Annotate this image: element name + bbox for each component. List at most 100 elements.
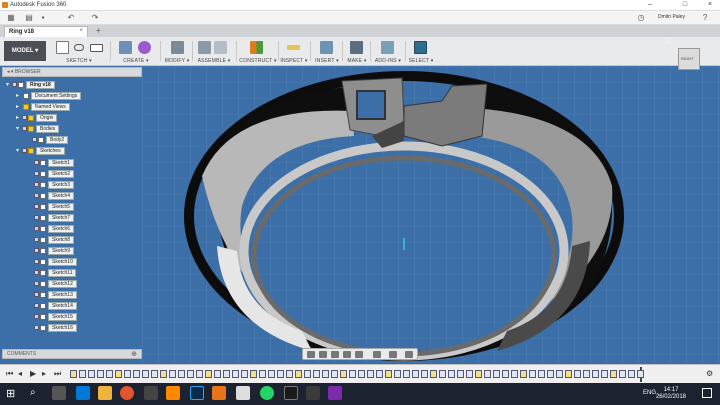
help-icon[interactable]: ? — [700, 13, 710, 22]
timeline-feature-icon[interactable] — [619, 370, 626, 378]
root-label[interactable]: Ring v18 — [26, 81, 55, 89]
visibility-icon[interactable] — [34, 160, 39, 165]
select-arrow-icon[interactable] — [414, 41, 427, 54]
timeline-feature-icon[interactable] — [637, 370, 644, 378]
measure-icon[interactable] — [287, 45, 300, 50]
line-icon[interactable] — [74, 44, 84, 51]
zoom-icon[interactable] — [343, 351, 351, 358]
timeline-feature-icon[interactable] — [538, 370, 545, 378]
create-group[interactable]: CREATE ▾ — [114, 39, 158, 64]
sketch-item[interactable]: Sketch10 — [34, 258, 77, 267]
visibility-icon[interactable] — [34, 193, 39, 198]
firefox-icon[interactable] — [120, 386, 134, 400]
sketch-item[interactable]: Sketch8 — [34, 236, 75, 245]
timeline-feature-icon[interactable] — [547, 370, 554, 378]
viewports-icon[interactable] — [405, 351, 413, 358]
joint-icon[interactable] — [214, 41, 227, 54]
timeline-feature-icon[interactable] — [466, 370, 473, 378]
sketch-item[interactable]: Sketch15 — [34, 313, 77, 322]
visibility-icon[interactable] — [34, 171, 39, 176]
timeline-feature-icon[interactable] — [313, 370, 320, 378]
timeline-feature-icon[interactable] — [475, 370, 482, 378]
sketch-item[interactable]: Sketch9 — [34, 247, 75, 256]
insert-image-icon[interactable] — [320, 41, 333, 54]
tab-ring-v18[interactable]: Ring v18 × — [4, 26, 88, 37]
insert-menu[interactable]: INSERT ▾ — [312, 58, 342, 64]
sketch-group[interactable]: SKETCH ▾ — [52, 39, 106, 64]
timeline-feature-icon[interactable] — [439, 370, 446, 378]
vlc-icon[interactable] — [166, 386, 180, 400]
tree-item-bodies[interactable]: ▾ Bodies — [16, 125, 60, 134]
timeline-feature-icon[interactable] — [304, 370, 311, 378]
visibility-icon[interactable] — [34, 226, 39, 231]
step-forward-icon[interactable]: ▸ — [42, 370, 46, 378]
timeline-feature-icon[interactable] — [331, 370, 338, 378]
sketch-item[interactable]: Sketch3 — [34, 181, 75, 190]
timeline-feature-icon[interactable] — [574, 370, 581, 378]
undo-icon[interactable]: ↶ — [66, 13, 76, 22]
close-tab-icon[interactable]: × — [79, 28, 83, 34]
timeline-feature-icon[interactable] — [79, 370, 86, 378]
sketch-item[interactable]: Sketch7 — [34, 214, 75, 223]
app-icon[interactable] — [306, 386, 320, 400]
look-at-icon[interactable] — [319, 351, 327, 358]
timeline-feature-icon[interactable] — [268, 370, 275, 378]
grid-icon[interactable]: ▦ — [6, 13, 16, 22]
timeline-feature-icon[interactable] — [520, 370, 527, 378]
timeline-feature-icon[interactable] — [484, 370, 491, 378]
make-group[interactable]: MAKE ▾ — [344, 39, 370, 64]
timeline-feature-icon[interactable] — [628, 370, 635, 378]
visibility-icon[interactable] — [34, 204, 39, 209]
timeline-feature-icon[interactable] — [178, 370, 185, 378]
fit-icon[interactable] — [355, 351, 363, 358]
go-to-start-icon[interactable]: ⏮ — [6, 370, 13, 378]
app-icon[interactable] — [144, 386, 158, 400]
sketch-item[interactable]: Sketch4 — [34, 192, 75, 201]
timeline-feature-icon[interactable] — [133, 370, 140, 378]
timeline-feature-icon[interactable] — [259, 370, 266, 378]
create-menu[interactable]: CREATE ▾ — [114, 58, 158, 64]
expand-icon[interactable]: ▸ — [16, 103, 22, 110]
file-explorer-icon[interactable] — [98, 386, 112, 400]
timeline-feature-icon[interactable] — [250, 370, 257, 378]
tree-root[interactable]: ▾ Ring v18 — [6, 81, 55, 90]
timeline-feature-icon[interactable] — [205, 370, 212, 378]
scripts-icon[interactable] — [381, 41, 394, 54]
visibility-icon[interactable] — [34, 259, 39, 264]
steam-icon[interactable] — [284, 386, 298, 400]
file-icon[interactable]: ▤ — [24, 13, 34, 22]
timeline-feature-icon[interactable] — [70, 370, 77, 378]
language-indicator[interactable]: ENG — [643, 390, 656, 396]
modify-menu[interactable]: MODIFY ▾ — [163, 58, 191, 64]
visibility-icon[interactable] — [22, 148, 27, 153]
timeline-feature-icon[interactable] — [187, 370, 194, 378]
construct-group[interactable]: CONSTRUCT ▾ — [238, 39, 278, 64]
visibility-icon[interactable] — [22, 126, 27, 131]
new-component-icon[interactable] — [198, 41, 211, 54]
timeline-feature-icon[interactable] — [358, 370, 365, 378]
sketch-item[interactable]: Sketch6 — [34, 225, 75, 234]
timeline-feature-icon[interactable] — [583, 370, 590, 378]
viewport-canvas[interactable] — [142, 66, 720, 364]
extrude-icon[interactable] — [119, 41, 132, 54]
visibility-icon[interactable] — [12, 82, 17, 87]
sketch-item[interactable]: Sketch12 — [34, 280, 77, 289]
display-settings-icon[interactable] — [373, 351, 381, 358]
timeline-feature-icon[interactable] — [97, 370, 104, 378]
timeline-feature-icon[interactable] — [367, 370, 374, 378]
whatsapp-icon[interactable] — [260, 386, 274, 400]
minimize-button[interactable]: – — [640, 1, 660, 8]
construct-menu[interactable]: CONSTRUCT ▾ — [238, 58, 278, 64]
timeline-feature-icon[interactable] — [88, 370, 95, 378]
windows-start-icon[interactable]: ⊞ — [6, 387, 15, 400]
sketch-item[interactable]: Sketch16 — [34, 324, 77, 333]
offset-plane-icon[interactable] — [250, 41, 263, 54]
timeline-feature-icon[interactable] — [160, 370, 167, 378]
tree-item-sketches[interactable]: ▾ Sketches — [16, 147, 65, 156]
timeline-feature-icon[interactable] — [457, 370, 464, 378]
timeline-feature-icon[interactable] — [394, 370, 401, 378]
assemble-group[interactable]: ASSEMBLE ▾ — [194, 39, 234, 64]
timeline-feature-icon[interactable] — [196, 370, 203, 378]
timeline-feature-icon[interactable] — [421, 370, 428, 378]
task-view-icon[interactable] — [52, 386, 66, 400]
